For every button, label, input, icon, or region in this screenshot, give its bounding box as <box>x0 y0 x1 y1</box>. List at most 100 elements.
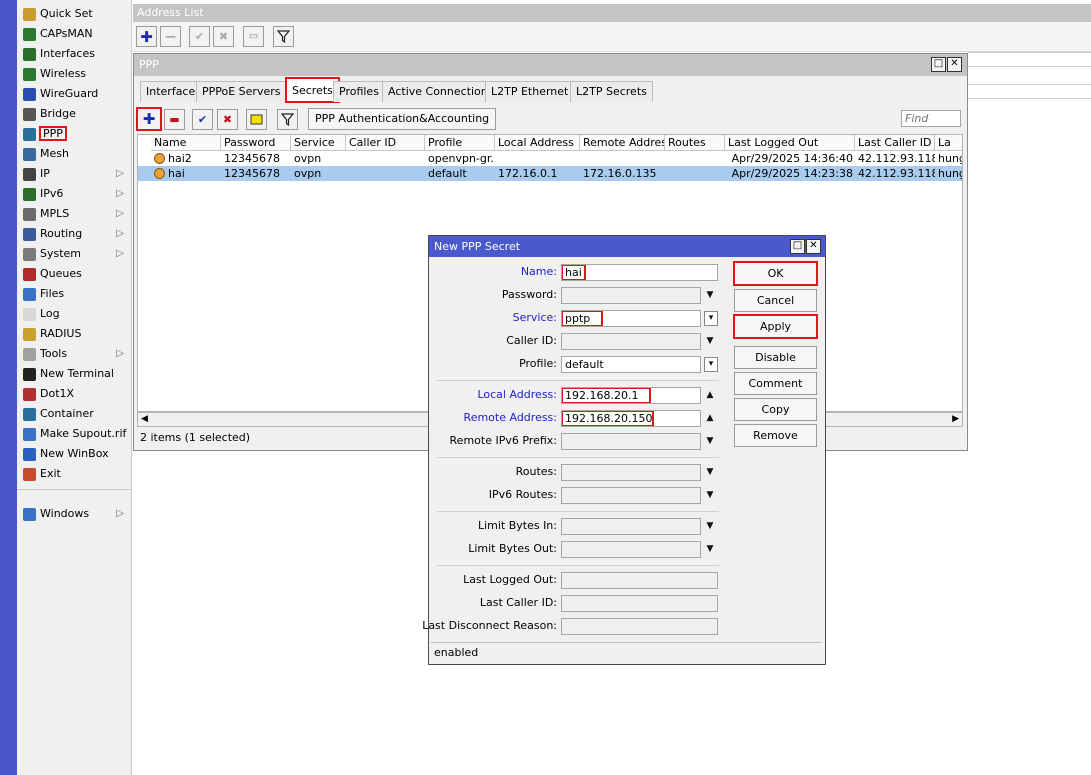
service-dropdown-icon[interactable]: ▾ <box>704 311 718 326</box>
tab-pppoe-servers[interactable]: PPPoE Servers <box>196 81 287 102</box>
sidebar-item-quick-set[interactable]: Quick Set <box>17 4 132 24</box>
column-header[interactable]: La <box>935 135 962 151</box>
ppp-auth-accounting-button[interactable]: PPP Authentication&Accounting <box>308 108 497 130</box>
tab-l2tp-secrets[interactable]: L2TP Secrets <box>570 81 653 102</box>
sidebar-item-make-supout-rif[interactable]: Make Supout.rif <box>17 424 132 444</box>
disable-button[interactable]: ✖ <box>213 26 234 47</box>
chevron-up-icon[interactable]: ▲ <box>704 389 716 401</box>
dialog-status-text: enabled <box>431 642 821 662</box>
sidebar-item-mpls[interactable]: MPLS ▷ <box>17 204 132 224</box>
sidebar-item-ipv6[interactable]: IPv6 ▷ <box>17 184 132 204</box>
cancel-button[interactable]: Cancel <box>734 289 817 312</box>
sidebar-item-radius[interactable]: RADIUS <box>17 324 132 344</box>
dialog-title-bar[interactable]: New PPP Secret □ ✕ <box>429 236 825 257</box>
comment-secret-button[interactable] <box>246 109 267 130</box>
sidebar-item-system[interactable]: System ▷ <box>17 244 132 264</box>
sidebar-item-ip[interactable]: IP ▷ <box>17 164 132 184</box>
sidebar-item-dot1x[interactable]: Dot1X <box>17 384 132 404</box>
maximize-button[interactable]: □ <box>931 57 946 72</box>
add-button[interactable]: ✚ <box>136 26 157 47</box>
tab-secrets[interactable]: Secrets <box>285 77 340 103</box>
caller-id-field[interactable] <box>561 333 701 350</box>
filter-button[interactable] <box>273 26 294 47</box>
close-button[interactable]: ✕ <box>947 57 962 72</box>
chevron-down-icon[interactable]: ▼ <box>704 520 716 532</box>
table-row[interactable]: hai 12345678 ovpn default 172.16.0.1 172.16.0… <box>138 166 962 181</box>
sidebar-item-files[interactable]: Files <box>17 284 132 304</box>
filter-secret-button[interactable] <box>277 109 298 130</box>
profile-select[interactable]: default <box>561 356 701 373</box>
comment-button[interactable]: ▭ <box>243 26 264 47</box>
sidebar-item-exit[interactable]: Exit <box>17 464 132 484</box>
sidebar-item-log[interactable]: Log <box>17 304 132 324</box>
column-header[interactable]: Last Caller ID <box>855 135 935 151</box>
column-header[interactable]: Routes <box>665 135 725 151</box>
service-select[interactable]: pptp <box>561 310 701 327</box>
table-row[interactable]: hai2 12345678 ovpn openvpn-gr... Apr/29/2025… <box>138 151 962 166</box>
column-header[interactable]: Remote Address <box>580 135 665 151</box>
remove-button[interactable]: — <box>160 26 181 47</box>
sidebar-item-wireless[interactable]: Wireless <box>17 64 132 84</box>
chevron-down-icon[interactable]: ▼ <box>704 489 716 501</box>
column-header[interactable]: Name <box>151 135 221 151</box>
sidebar-item-ppp[interactable]: PPP <box>17 124 132 144</box>
column-header[interactable]: Password <box>221 135 291 151</box>
sidebar-item-capsman[interactable]: CAPsMAN <box>17 24 132 44</box>
sidebar-item-windows[interactable]: Windows ▷ <box>17 504 132 524</box>
column-header[interactable]: Local Address <box>495 135 580 151</box>
scroll-right-icon[interactable]: ▶ <box>952 414 959 424</box>
remove-button[interactable]: Remove <box>734 424 817 447</box>
tab-interface[interactable]: Interface <box>140 81 202 102</box>
sidebar-item-new-winbox[interactable]: New WinBox <box>17 444 132 464</box>
sidebar-item-tools[interactable]: Tools ▷ <box>17 344 132 364</box>
chevron-down-icon[interactable]: ▼ <box>704 289 716 301</box>
column-header[interactable]: Last Logged Out <box>725 135 855 151</box>
apply-button[interactable]: Apply <box>733 314 818 339</box>
enable-button[interactable]: ✔ <box>189 26 210 47</box>
limit-bytes-in-field[interactable] <box>561 518 701 535</box>
chevron-up-icon[interactable]: ▲ <box>704 412 716 424</box>
remote-ipv6-prefix-field[interactable] <box>561 433 701 450</box>
sidebar-item-routing[interactable]: Routing ▷ <box>17 224 132 244</box>
copy-button[interactable]: Copy <box>734 398 817 421</box>
local-address-field[interactable]: 192.168.20.1 <box>561 387 701 404</box>
password-field[interactable] <box>561 287 701 304</box>
sidebar-item-interfaces[interactable]: Interfaces <box>17 44 132 64</box>
chevron-down-icon[interactable]: ▼ <box>704 335 716 347</box>
sidebar-item-container[interactable]: Container <box>17 404 132 424</box>
tab-profiles[interactable]: Profiles <box>333 81 385 102</box>
remove-secret-button[interactable]: ▬ <box>164 109 185 130</box>
disable-button[interactable]: Disable <box>734 346 817 369</box>
sidebar-item-bridge[interactable]: Bridge <box>17 104 132 124</box>
chevron-down-icon[interactable]: ▼ <box>704 466 716 478</box>
dialog-maximize-button[interactable]: □ <box>790 239 805 254</box>
name-field[interactable]: hai <box>561 264 718 281</box>
column-header[interactable]: Profile <box>425 135 495 151</box>
sidebar-item-label: New WinBox <box>40 447 109 460</box>
sidebar-item-queues[interactable]: Queues <box>17 264 132 284</box>
ppp-title-bar[interactable]: PPP □ ✕ <box>134 54 967 76</box>
add-secret-button[interactable]: ✚ <box>136 107 162 131</box>
tab-active-connections[interactable]: Active Connections <box>382 81 500 102</box>
sidebar-item-new-terminal[interactable]: New Terminal <box>17 364 132 384</box>
sidebar-item-wireguard[interactable]: WireGuard <box>17 84 132 104</box>
column-header[interactable]: Caller ID <box>346 135 425 151</box>
enable-secret-button[interactable]: ✔ <box>192 109 213 130</box>
profile-dropdown-icon[interactable]: ▾ <box>704 357 718 372</box>
remote-address-field[interactable]: 192.168.20.150 <box>561 410 701 427</box>
sidebar-item-label: System <box>40 247 82 260</box>
chevron-down-icon[interactable]: ▼ <box>704 543 716 555</box>
disable-secret-button[interactable]: ✖ <box>217 109 238 130</box>
limit-bytes-out-field[interactable] <box>561 541 701 558</box>
routes-field[interactable] <box>561 464 701 481</box>
tab-l2tp-ethernet[interactable]: L2TP Ethernet <box>485 81 575 102</box>
ipv6-routes-field[interactable] <box>561 487 701 504</box>
sidebar-item-mesh[interactable]: Mesh <box>17 144 132 164</box>
comment-button[interactable]: Comment <box>734 372 817 395</box>
chevron-down-icon[interactable]: ▼ <box>704 435 716 447</box>
column-header[interactable]: Service <box>291 135 346 151</box>
scroll-left-icon[interactable]: ◀ <box>141 414 148 424</box>
dialog-close-button[interactable]: ✕ <box>806 239 821 254</box>
ok-button[interactable]: OK <box>733 261 818 286</box>
find-input[interactable] <box>901 110 961 127</box>
